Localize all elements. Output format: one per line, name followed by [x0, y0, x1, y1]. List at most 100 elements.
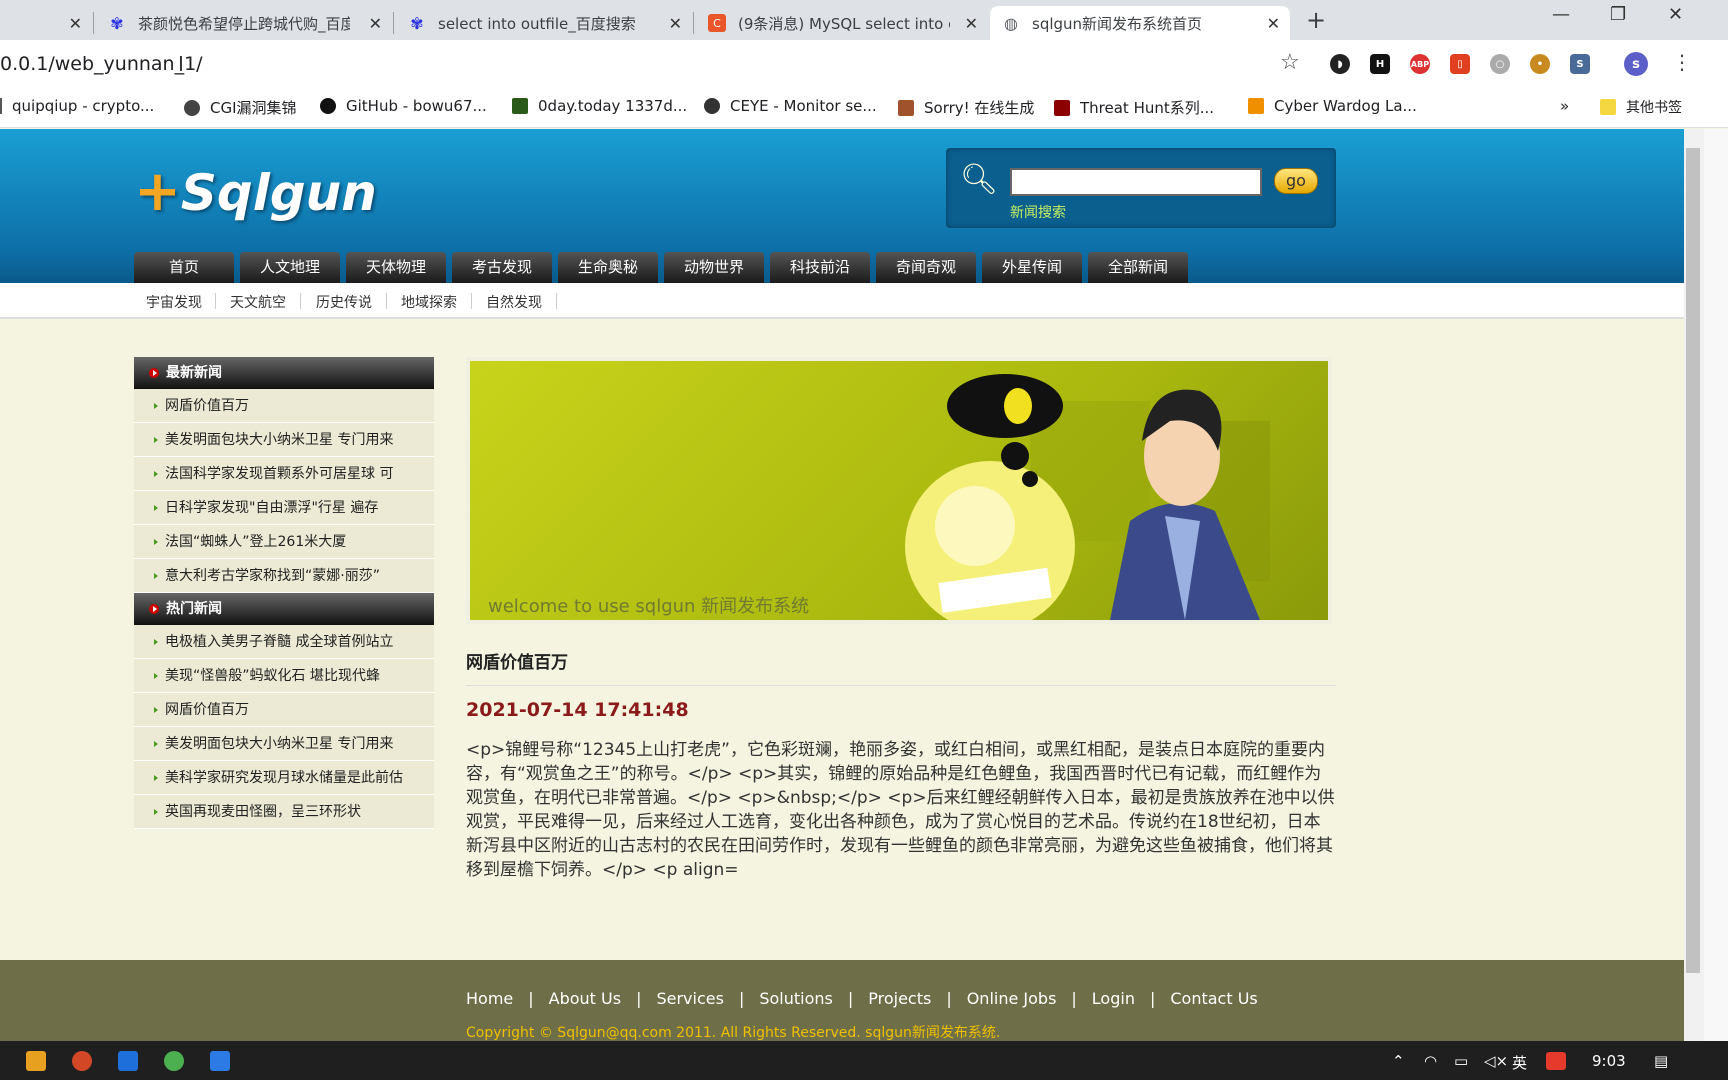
- site-logo[interactable]: +Sqlgun: [134, 159, 377, 224]
- extension-circle-icon[interactable]: ○: [1490, 54, 1510, 74]
- sublime-icon[interactable]: [26, 1051, 46, 1071]
- article-body: <p>锦鲤号称“12345上山打老虎”，它色彩斑斓，艳丽多姿，或红白相间，或黑红…: [466, 740, 1335, 880]
- bookmark-item[interactable]: CGI漏洞集锦: [184, 97, 297, 118]
- hot-news-item[interactable]: 美发明面包块大小纳米卫星 专门用来: [134, 727, 434, 761]
- nav-item[interactable]: 考古发现: [452, 252, 552, 283]
- extension-icon[interactable]: ◗: [1330, 54, 1350, 74]
- bookmark-item[interactable]: Sorry! 在线生成: [898, 97, 1034, 118]
- notification-icon[interactable]: ▤: [1654, 1052, 1668, 1070]
- tab-sqlgun[interactable]: ◍ sqlgun新闻发布系统首页 ✕: [990, 6, 1290, 40]
- go-button[interactable]: go: [1274, 168, 1318, 194]
- bookmark-item[interactable]: Cyber Wardog La...: [1248, 97, 1417, 115]
- latest-news-item[interactable]: 日科学家发现"自由漂浮"行星 遍存: [134, 491, 434, 525]
- minimize-icon[interactable]: —: [1552, 4, 1570, 25]
- close-icon[interactable]: ✕: [1267, 14, 1280, 33]
- tab-baidu-1[interactable]: ✾ 茶颜悦色希望停止跨城代购_百度 ✕: [96, 6, 392, 40]
- site-footer: Home | About Us | Services | Solutions | Pro…: [0, 960, 1684, 1041]
- tab-previous[interactable]: ✕: [0, 6, 92, 40]
- nav-item[interactable]: 人文地理: [240, 252, 340, 283]
- bookmark-label: Sorry! 在线生成: [924, 99, 1035, 117]
- extension-icon[interactable]: ▯: [1450, 54, 1470, 74]
- footer-link-solutions[interactable]: Solutions: [759, 989, 833, 1008]
- window-close-icon[interactable]: ✕: [1668, 4, 1683, 25]
- wifi-icon[interactable]: ◠: [1424, 1052, 1437, 1070]
- subnav-item[interactable]: 地域探索: [401, 292, 457, 312]
- subnav-item[interactable]: 历史传说: [316, 292, 372, 312]
- nav-item[interactable]: 科技前沿: [770, 252, 870, 283]
- ime-indicator[interactable]: 英: [1512, 1052, 1527, 1073]
- latest-news-item[interactable]: 网盾价值百万: [134, 389, 434, 423]
- bookmark-folder[interactable]: 其他书签: [1600, 97, 1682, 117]
- nav-item[interactable]: 全部新闻: [1088, 252, 1188, 283]
- subnav-item[interactable]: 宇宙发现: [146, 292, 202, 312]
- bookmark-item[interactable]: Threat Hunt系列...: [1054, 97, 1214, 118]
- powerpoint-icon[interactable]: [72, 1051, 92, 1071]
- article-date: 2021-07-14 17:41:48: [466, 699, 689, 721]
- adblock-icon[interactable]: ABP: [1410, 54, 1430, 74]
- extension-s-icon[interactable]: S: [1570, 54, 1590, 74]
- latest-news-item[interactable]: 法国“蜘蛛人”登上261米大厦: [134, 525, 434, 559]
- latest-news-item[interactable]: 意大利考古学家称找到“蒙娜·丽莎”: [134, 559, 434, 593]
- url-field[interactable]: 0.0.1/web_yunnan_1/: [0, 53, 203, 75]
- more-bookmarks-icon[interactable]: »: [1560, 97, 1569, 115]
- footer-link-jobs[interactable]: Online Jobs: [967, 989, 1057, 1008]
- tab-title: select into outfile_百度搜索: [438, 14, 636, 33]
- nav-item[interactable]: 天体物理: [346, 252, 446, 283]
- hot-news-item[interactable]: 英国再现麦田怪圈，呈三环形状: [134, 795, 434, 829]
- footer-link-login[interactable]: Login: [1092, 989, 1135, 1008]
- close-icon[interactable]: ✕: [965, 14, 978, 33]
- footer-link-projects[interactable]: Projects: [868, 989, 931, 1008]
- volume-icon[interactable]: ◁×: [1484, 1052, 1508, 1070]
- clock[interactable]: 9:03: [1592, 1052, 1626, 1070]
- nav-item[interactable]: 奇闻奇观: [876, 252, 976, 283]
- profile-avatar[interactable]: s: [1624, 52, 1648, 76]
- close-icon[interactable]: ✕: [669, 14, 682, 33]
- subnav-divider: [386, 293, 387, 309]
- sogou-icon[interactable]: [1546, 1052, 1566, 1070]
- bookmark-icon: [704, 98, 720, 114]
- tab-title: sqlgun新闻发布系统首页: [1032, 14, 1203, 33]
- search-label[interactable]: 新闻搜索: [1010, 202, 1066, 222]
- photos-icon[interactable]: [210, 1051, 230, 1071]
- latest-news-item[interactable]: 法国科学家发现首颗系外可居星球 可: [134, 457, 434, 491]
- close-icon[interactable]: ✕: [69, 14, 82, 33]
- latest-news-item[interactable]: 美发明面包块大小纳米卫星 专门用来: [134, 423, 434, 457]
- nav-item[interactable]: 动物世界: [664, 252, 764, 283]
- star-icon[interactable]: ☆: [1280, 50, 1300, 75]
- search-input[interactable]: [1010, 168, 1262, 196]
- battery-icon[interactable]: ▭: [1454, 1052, 1468, 1070]
- tab-title: 茶颜悦色希望停止跨城代购_百度: [138, 14, 350, 33]
- chrome-icon[interactable]: [164, 1051, 184, 1071]
- tab-baidu-2[interactable]: ✾ select into outfile_百度搜索 ✕: [396, 6, 692, 40]
- bookmark-item[interactable]: 0day.today 1337d...: [512, 97, 687, 115]
- footer-separator: |: [738, 989, 745, 1008]
- footer-link-contact[interactable]: Contact Us: [1170, 989, 1257, 1008]
- footer-link-home[interactable]: Home: [466, 989, 513, 1008]
- bookmark-item[interactable]: quipqiup - crypto...: [0, 97, 154, 115]
- bookmark-item[interactable]: CEYE - Monitor se...: [704, 97, 877, 115]
- tray-chevron-icon[interactable]: ⌃: [1392, 1052, 1405, 1070]
- nav-item[interactable]: 外星传闻: [982, 252, 1082, 283]
- nav-item[interactable]: 生命奥秘: [558, 252, 658, 283]
- tab-csdn[interactable]: C (9条消息) MySQL select into ou ✕: [696, 6, 988, 40]
- hot-news-item[interactable]: 网盾价值百万: [134, 693, 434, 727]
- nav-item[interactable]: 首页: [134, 252, 234, 283]
- restore-icon[interactable]: ❐: [1610, 4, 1626, 25]
- extension-h-icon[interactable]: H: [1370, 54, 1390, 74]
- cookie-icon[interactable]: •: [1530, 54, 1550, 74]
- hot-news-item[interactable]: 电极植入美男子脊髓 成全球首例站立: [134, 625, 434, 659]
- footer-link-services[interactable]: Services: [656, 989, 723, 1008]
- hot-news-item[interactable]: 美科学家研究发现月球水储量是此前估: [134, 761, 434, 795]
- footer-link-about[interactable]: About Us: [549, 989, 621, 1008]
- subnav-item[interactable]: 自然发现: [486, 292, 542, 312]
- bookmark-item[interactable]: GitHub - bowu67...: [320, 97, 487, 115]
- menu-dots-icon[interactable]: ⋮: [1672, 50, 1692, 74]
- close-icon[interactable]: ✕: [369, 14, 382, 33]
- browser-tab-bar: ✕ ✾ 茶颜悦色希望停止跨城代购_百度 ✕ ✾ select into outf…: [0, 0, 1728, 40]
- subnav-item[interactable]: 天文航空: [230, 292, 286, 312]
- hot-news-item[interactable]: 美现“怪兽般”蚂蚁化石 堪比现代蜂: [134, 659, 434, 693]
- p-app-icon[interactable]: [118, 1051, 138, 1071]
- new-tab-plus-icon[interactable]: +: [1306, 6, 1326, 34]
- subnav-divider: [300, 293, 301, 309]
- scrollbar-thumb[interactable]: [1686, 148, 1700, 973]
